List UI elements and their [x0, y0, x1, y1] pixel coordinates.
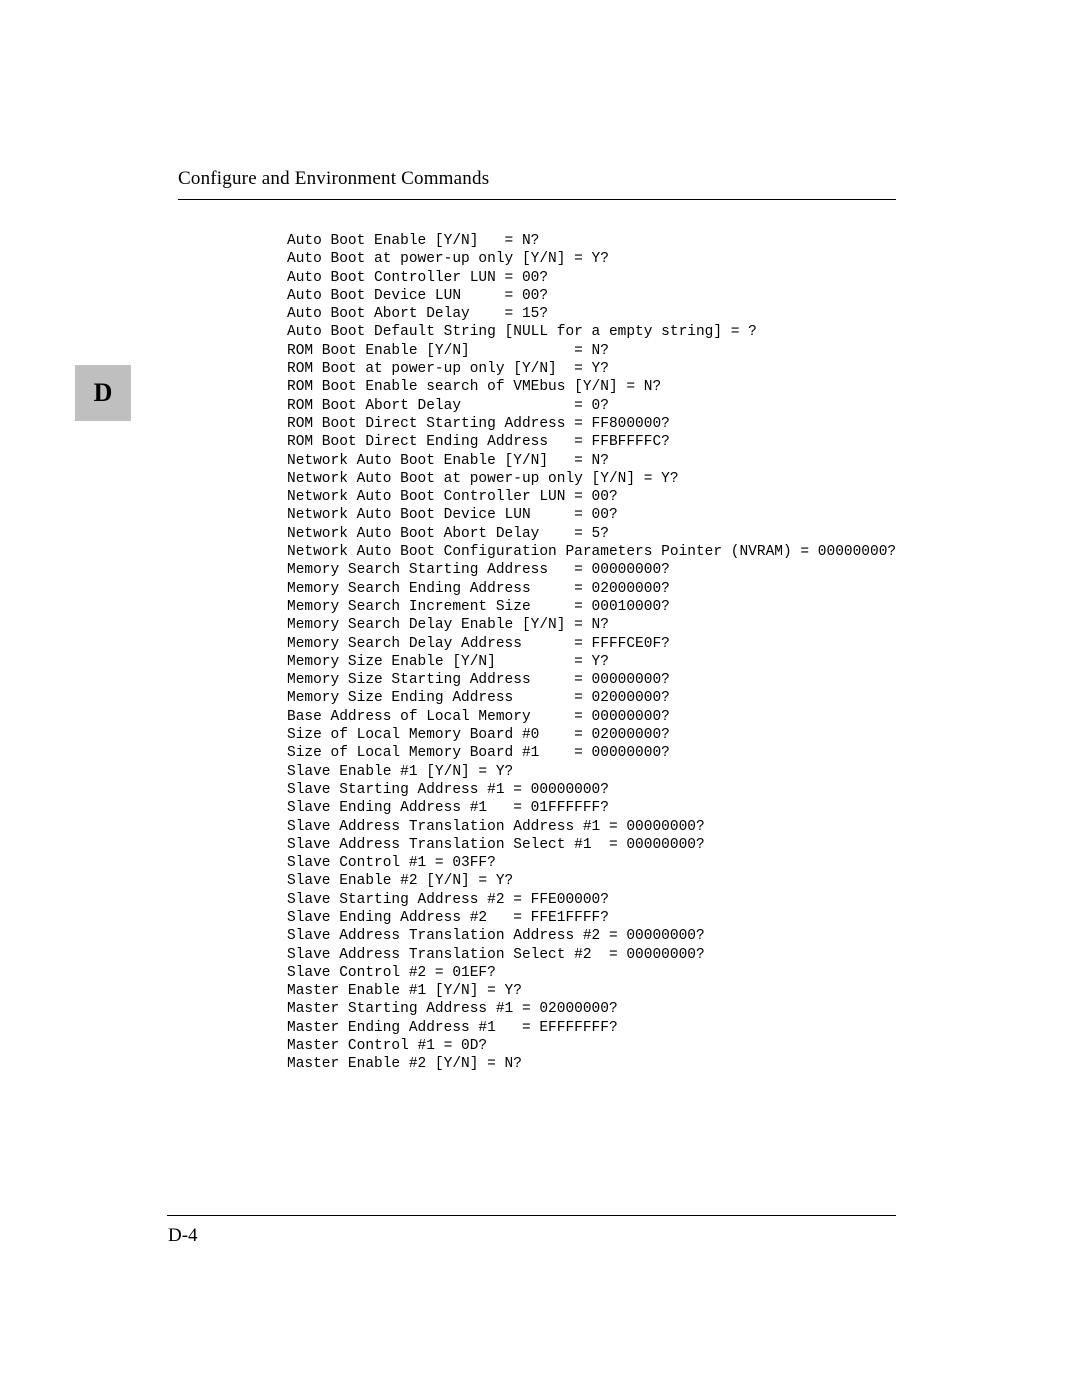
- footer-rule: [167, 1215, 896, 1216]
- page-header-title: Configure and Environment Commands: [178, 168, 489, 190]
- page: Configure and Environment Commands D Aut…: [0, 0, 1080, 1397]
- configuration-listing: Auto Boot Enable [Y/N] = N? Auto Boot at…: [287, 232, 896, 1074]
- page-number: D-4: [168, 1225, 198, 1247]
- header-rule: [178, 199, 896, 200]
- appendix-tab: D: [75, 365, 131, 421]
